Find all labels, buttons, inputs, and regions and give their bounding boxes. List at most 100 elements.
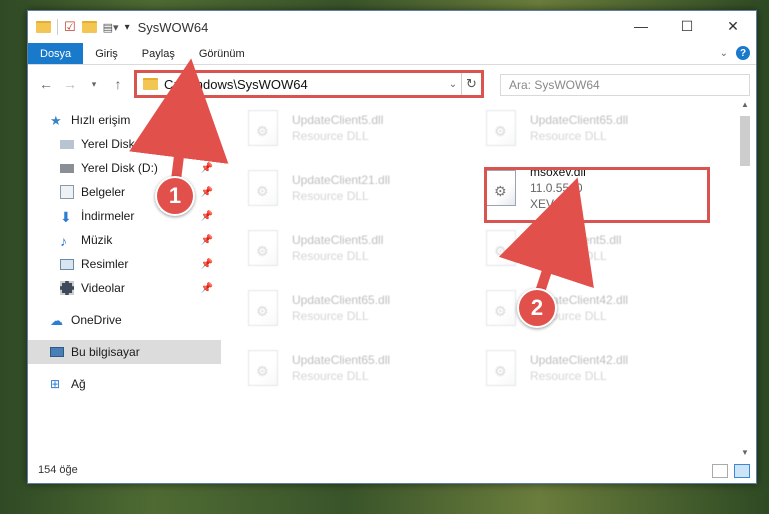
nav-buttons: ← → ▾ ↑ [28,76,138,92]
pin-icon[interactable]: 📌 [201,163,213,174]
refresh-icon[interactable]: ↻ [461,73,481,95]
file-meta: UpdateClient65.dll Resource DLL [530,113,628,143]
title-bar: ☑ ▤▾ ▾ SysWOW64 — ☐ ✕ [28,11,756,43]
download-icon: ⬇ [60,209,72,225]
search-input[interactable]: Ara: SysWOW64 [500,74,750,96]
expand-ribbon-icon[interactable]: ⌄ [720,48,728,59]
pin-icon[interactable]: 📌 [201,139,213,150]
customize-toolbar-icon[interactable]: ▤▾ [103,21,119,34]
pin-icon[interactable]: 📌 [201,211,213,222]
file-item[interactable]: UpdateClient5.dll Resource DLL [242,222,467,274]
sidebar-item-quick-access[interactable]: ★ Hızlı erişim [28,108,221,132]
cloud-icon: ☁ [50,313,63,328]
scroll-up-icon[interactable]: ▲ [738,100,752,114]
music-icon: ♪ [60,233,67,249]
sidebar-item-label: Resimler [81,257,129,271]
address-bar[interactable]: C:\Windows\SysWOW64 ⌄ ↻ [134,70,484,98]
back-arrow-icon[interactable]: ← [36,76,56,92]
pin-icon[interactable]: 📌 [201,187,213,198]
sidebar-item-label: Yerel Disk (D:) [81,161,158,175]
file-description: Resource DLL [530,129,607,143]
dll-file-icon [248,350,278,386]
sidebar-item-disk-c[interactable]: Yerel Disk (C:) 📌 [28,132,221,156]
tab-home[interactable]: Giriş [83,43,130,64]
sidebar-item-music[interactable]: ♪ Müzik 📌 [28,228,221,252]
file-description: Resource DLL [292,309,369,323]
address-path[interactable]: C:\Windows\SysWOW64 [164,77,445,92]
help-icon[interactable]: ? [736,46,750,60]
status-bar: 154 öğe [28,458,756,482]
file-description: Resource DLL [530,369,607,383]
forward-arrow-icon[interactable]: → [60,76,80,92]
drive-icon [60,139,74,149]
dll-file-icon [486,110,516,146]
sidebar-item-label: Videolar [81,281,125,295]
file-name: UpdateClient65.dll [530,113,629,127]
file-item[interactable]: UpdateClient5.dll Resource DLL [480,222,705,274]
step-marker-1: 1 [155,176,195,216]
sidebar-item-label: Bu bilgisayar [71,345,140,359]
drive-icon [60,163,74,173]
sidebar-item-videos[interactable]: Videolar 📌 [28,276,221,300]
file-name: UpdateClient65.dll [292,293,391,307]
sidebar-item-label: Belgeler [81,185,126,199]
msoxev-highlight-box [484,167,710,223]
pictures-icon [60,258,74,270]
dll-file-icon [248,110,278,146]
folder-icon [143,78,158,90]
toolbar-dropdown-icon[interactable]: ▾ [125,22,130,33]
dll-file-icon [486,290,516,326]
new-folder-icon[interactable] [81,21,97,33]
sidebar-item-label: İndirmeler [81,209,135,223]
toolbar-separator [57,19,58,35]
recent-locations-icon[interactable]: ▾ [84,79,104,90]
sidebar-item-disk-d[interactable]: Yerel Disk (D:) 📌 [28,156,221,180]
file-name: UpdateClient65.dll [292,353,391,367]
file-list: UpdateClient5.dllResource DLL UpdateClien… [222,100,742,455]
dll-file-icon [248,230,278,266]
file-item[interactable]: UpdateClient5.dll Resource DLL [242,102,467,154]
tiles-view-icon[interactable] [734,464,750,478]
step-marker-2: 2 [517,288,557,328]
sidebar-item-label: Hızlı erişim [71,113,131,127]
file-item[interactable]: UpdateClient42.dll Resource DLL [480,342,705,394]
file-item[interactable]: UpdateClient65.dll Resource DLL [242,282,467,334]
sidebar-item-network[interactable]: ⊞ Ağ [28,372,221,396]
file-description: Resource DLL [530,249,607,263]
file-item[interactable]: UpdateClient42.dllResource DLL [480,282,705,334]
sidebar-item-onedrive[interactable]: ☁ OneDrive [28,308,221,332]
minimize-button[interactable]: — [618,11,664,41]
tab-file[interactable]: Dosya [28,43,84,64]
folder-icon[interactable] [36,21,51,33]
vertical-scrollbar[interactable]: ▲ ▼ [738,100,752,462]
dll-file-icon [248,290,278,326]
tab-view[interactable]: Görünüm [187,43,257,64]
file-item[interactable]: UpdateClient65.dll Resource DLL [480,102,705,154]
properties-icon[interactable]: ☑ [64,19,76,35]
tab-share[interactable]: Paylaş [130,43,187,64]
close-button[interactable]: ✕ [710,11,756,41]
file-description: Resource DLL [292,129,369,143]
view-buttons [712,464,750,478]
up-arrow-icon[interactable]: ↑ [108,76,128,92]
sidebar-item-label: OneDrive [71,313,122,327]
star-icon: ★ [50,113,62,128]
pin-icon[interactable]: 📌 [201,235,213,246]
file-item[interactable]: UpdateClient21.dll Resource DLL [242,162,467,214]
details-view-icon[interactable] [712,464,728,478]
scroll-thumb[interactable] [740,116,750,166]
sidebar-item-pictures[interactable]: Resimler 📌 [28,252,221,276]
pin-icon[interactable]: 📌 [201,283,213,294]
maximize-button[interactable]: ☐ [664,11,710,41]
sidebar-item-this-pc[interactable]: Bu bilgisayar [28,340,221,364]
file-meta: UpdateClient5.dll Resource DLL [530,233,621,263]
file-name: UpdateClient42.dll [530,353,629,367]
pin-icon[interactable]: 📌 [201,259,213,270]
file-item[interactable]: UpdateClient65.dll Resource DLL [242,342,467,394]
sidebar-item-downloads[interactable]: ⬇ İndirmeler 📌 [28,204,221,228]
address-dropdown-icon[interactable]: ⌄ [445,79,461,90]
navigation-bar: ← → ▾ ↑ C:\Windows\SysWOW64 ⌄ ↻ Ara: Sys… [28,65,756,103]
